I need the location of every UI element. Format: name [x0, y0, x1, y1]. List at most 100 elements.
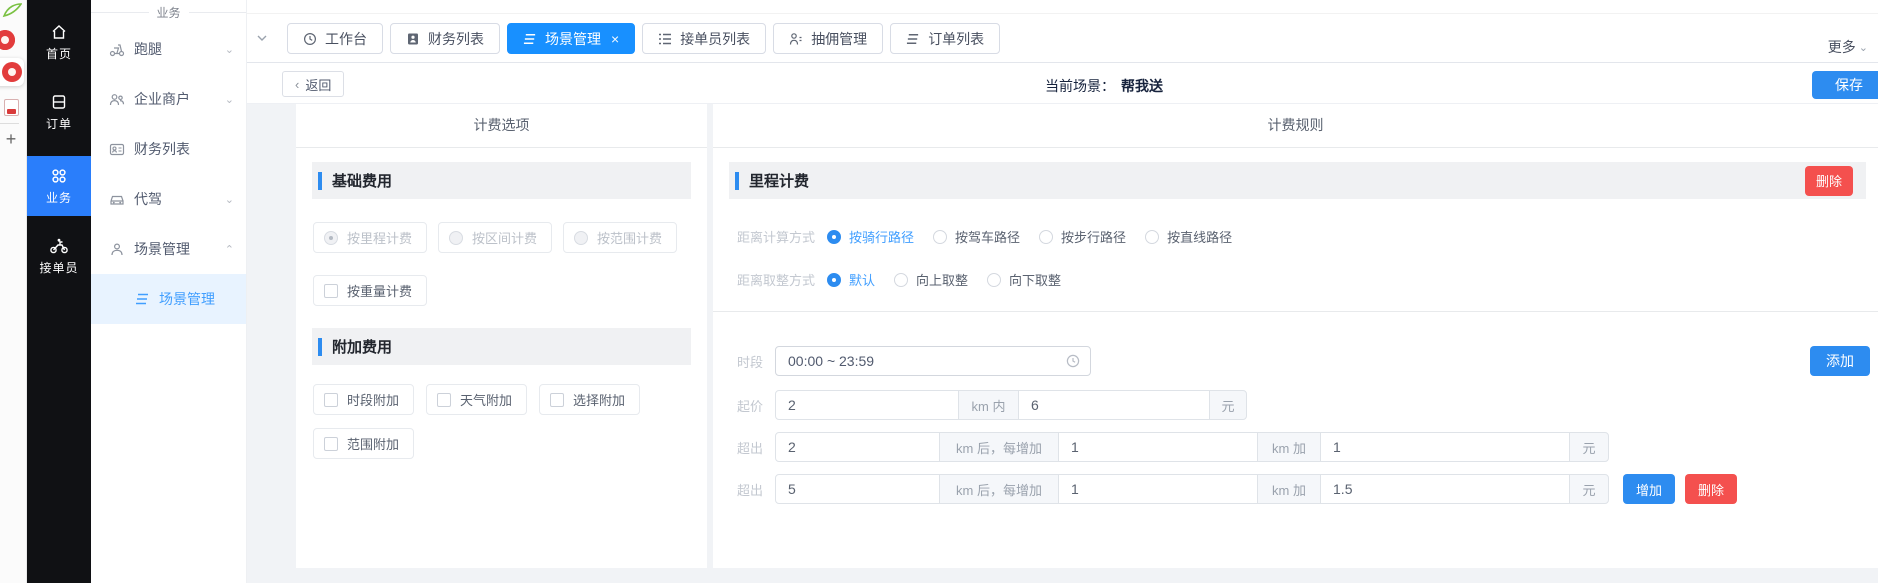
- radio-round-down[interactable]: 向下取整: [987, 270, 1061, 289]
- add-tier-button[interactable]: 增加: [1623, 474, 1675, 504]
- menu-item-designated-driving[interactable]: 代驾 ⌄: [91, 174, 246, 224]
- excess-fee-input[interactable]: [1320, 474, 1570, 504]
- radio-label: 按步行路径: [1061, 227, 1126, 246]
- excess-fee-input[interactable]: [1320, 432, 1570, 462]
- accent-bar: [735, 172, 739, 190]
- radio-round-up[interactable]: 向上取整: [894, 270, 968, 289]
- app-window: + 首页 订单 业务 接单员 业务 跑腿 ⌄ 企业商户 ⌄: [0, 0, 1878, 583]
- menu-item-finance-list[interactable]: 财务列表: [91, 124, 246, 174]
- tab-label: 订单列表: [928, 29, 984, 49]
- save-button[interactable]: 保存: [1812, 71, 1878, 99]
- base-distance-input[interactable]: [775, 390, 959, 420]
- list-icon: [658, 33, 672, 45]
- base-fee-section-bar: 基础费用: [312, 162, 691, 199]
- radio-riding-route[interactable]: 按骑行路径: [827, 227, 914, 246]
- car-icon: [109, 192, 125, 207]
- sidebar-item-label: 订单: [46, 115, 72, 132]
- tab-scene-management[interactable]: 场景管理 ×: [507, 23, 635, 54]
- excess-distance-input[interactable]: [775, 474, 940, 504]
- sidebar-item-home[interactable]: 首页: [27, 12, 91, 72]
- extra-fee-row-1: 时段附加 天气附加 选择附加: [313, 384, 691, 415]
- radio-walking-route[interactable]: 按步行路径: [1039, 227, 1126, 246]
- menu-item-scene-management[interactable]: 场景管理 ⌃: [91, 224, 246, 274]
- checkbox-label: 范围附加: [347, 434, 399, 453]
- excess-step-input[interactable]: [1058, 474, 1258, 504]
- unit-km-add: km 加: [1257, 432, 1321, 462]
- top-strip: [247, 0, 1878, 14]
- unit-km-add: km 加: [1257, 474, 1321, 504]
- rider-icon: [49, 237, 69, 255]
- base-fee-title: 基础费用: [332, 170, 392, 191]
- time-range-input[interactable]: 00:00 ~ 23:59: [775, 346, 1091, 376]
- radio-icon: [324, 231, 338, 245]
- pdf-doc-icon[interactable]: [4, 99, 19, 116]
- add-time-slot-button[interactable]: 添加: [1810, 346, 1870, 376]
- lines-icon: [523, 33, 537, 45]
- back-button[interactable]: ‹ 返回: [282, 71, 344, 97]
- radio-straight-route[interactable]: 按直线路径: [1145, 227, 1232, 246]
- browser-bookmark-strip: +: [0, 0, 27, 583]
- plus-icon[interactable]: +: [1, 129, 21, 149]
- tab-label: 工作台: [325, 29, 367, 49]
- radio-label: 向上取整: [916, 270, 968, 289]
- billing-options-panel: 计费选项 基础费用 按里程计费 按区间计费: [296, 104, 707, 568]
- strip-divider: [0, 123, 19, 124]
- tab-order-list[interactable]: 订单列表: [890, 23, 1000, 54]
- distance-calc-options: 按骑行路径 按驾车路径 按步行路径 按直线路径: [827, 227, 1232, 246]
- more-label: 更多: [1828, 37, 1856, 57]
- excess-distance-input[interactable]: [775, 432, 940, 462]
- tab-workbench[interactable]: 工作台: [287, 23, 383, 54]
- tab-finance-list[interactable]: 财务列表: [390, 23, 500, 54]
- radio-label: 按区间计费: [472, 228, 537, 247]
- radio-default-rounding[interactable]: 默认: [827, 270, 875, 289]
- radio-icon: [894, 273, 908, 287]
- radio-driving-route[interactable]: 按驾车路径: [933, 227, 1020, 246]
- leaf-logo-icon[interactable]: [2, 2, 22, 18]
- mileage-billing-form: 距离计算方式 按骑行路径 按驾车路径 按步行路径 按直线路径 距离取整方式 默认…: [713, 227, 1878, 289]
- radio-icon: [1145, 230, 1159, 244]
- checkbox-range-surcharge[interactable]: 范围附加: [313, 428, 414, 459]
- radio-icon: [827, 273, 841, 287]
- menu-item-label: 财务列表: [134, 139, 190, 159]
- delete-tier-button[interactable]: 删除: [1685, 474, 1737, 504]
- red-badge-card-icon[interactable]: [0, 58, 24, 86]
- checkbox-icon: [324, 437, 338, 451]
- tab-close-icon[interactable]: ×: [611, 32, 619, 46]
- checkbox-select-surcharge[interactable]: 选择附加: [539, 384, 640, 415]
- form-divider: [713, 311, 1878, 312]
- sidebar-item-couriers[interactable]: 接单员: [27, 226, 91, 286]
- excess-step-input[interactable]: [1058, 432, 1258, 462]
- billing-rules-title: 计费规则: [713, 104, 1878, 148]
- base-price-input[interactable]: [1018, 390, 1210, 420]
- sidebar-item-orders[interactable]: 订单: [27, 82, 91, 142]
- checkbox-time-surcharge[interactable]: 时段附加: [313, 384, 414, 415]
- card-icon: [406, 32, 420, 46]
- distance-round-options: 默认 向上取整 向下取整: [827, 270, 1061, 289]
- grid-icon: [50, 167, 68, 185]
- checkbox-weight-billing[interactable]: 按重量计费: [313, 275, 427, 306]
- tabs-chevron-down-icon[interactable]: [256, 32, 268, 44]
- mileage-billing-title: 里程计费: [749, 170, 809, 191]
- checkbox-weather-surcharge[interactable]: 天气附加: [426, 384, 527, 415]
- sidebar-item-label: 业务: [46, 189, 72, 206]
- red-badge-icon[interactable]: [0, 30, 15, 50]
- submenu-item-scene-management-active[interactable]: 场景管理: [91, 274, 246, 324]
- radio-label: 按里程计费: [347, 228, 412, 247]
- person-icon: [109, 242, 125, 257]
- extra-fee-row-2: 范围附加: [313, 428, 691, 459]
- time-slot-row: 时段 00:00 ~ 23:59 添加: [737, 346, 1878, 376]
- base-price-group: km 内 元: [775, 390, 1247, 420]
- current-scene-label: 当前场景：: [1045, 78, 1115, 94]
- more-button[interactable]: 更多 ⌄: [1828, 37, 1868, 57]
- secondary-menu-title-text: 业务: [157, 4, 181, 21]
- tab-commission-management[interactable]: 抽佣管理: [773, 23, 883, 54]
- sidebar-item-label: 接单员: [39, 259, 78, 276]
- sidebar-item-business[interactable]: 业务: [27, 156, 91, 216]
- tab-courier-list[interactable]: 接单员列表: [642, 23, 766, 54]
- menu-item-errands[interactable]: 跑腿 ⌄: [91, 24, 246, 74]
- lines-icon: [906, 33, 920, 45]
- delete-rule-button[interactable]: 删除: [1805, 166, 1853, 196]
- base-price-row: 起价 km 内 元: [737, 390, 1878, 420]
- unit-yuan: 元: [1209, 390, 1247, 420]
- menu-item-enterprise-merchants[interactable]: 企业商户 ⌄: [91, 74, 246, 124]
